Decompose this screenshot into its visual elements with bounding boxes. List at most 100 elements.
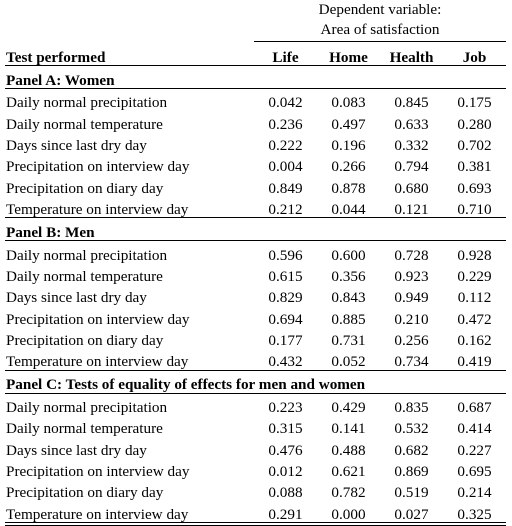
cell-job: 0.710 — [443, 196, 506, 218]
cell-life: 0.222 — [254, 132, 317, 153]
row-label: Daily normal precipitation — [5, 241, 254, 263]
column-header-health: Health — [380, 42, 443, 66]
cell-home: 0.497 — [317, 110, 380, 131]
cell-health: 0.734 — [380, 348, 443, 370]
panel-c-title: Panel C: Tests of equality of effects fo… — [5, 370, 506, 393]
row-label: Daily normal precipitation — [5, 393, 254, 415]
cell-life: 0.694 — [254, 306, 317, 327]
cell-health: 0.923 — [380, 263, 443, 284]
cell-health: 0.835 — [380, 393, 443, 415]
row-label: Days since last dry day — [5, 284, 254, 305]
cell-life: 0.596 — [254, 241, 317, 263]
dependent-variable-line1: Dependent variable: — [254, 0, 506, 20]
table-row: Precipitation on diary day 0.088 0.782 0… — [5, 479, 506, 500]
cell-home: 0.885 — [317, 306, 380, 327]
cell-job: 0.687 — [443, 393, 506, 415]
table-row: Temperature on interview day 0.432 0.052… — [5, 348, 506, 370]
table-row: Days since last dry day 0.829 0.843 0.94… — [5, 284, 506, 305]
dependent-variable-line2: Area of satisfaction — [254, 20, 506, 40]
row-label: Temperature on interview day — [5, 348, 254, 370]
table-row: Precipitation on diary day 0.177 0.731 0… — [5, 327, 506, 348]
table-row: Temperature on interview day 0.212 0.044… — [5, 196, 506, 218]
dependent-variable-header-row: Dependent variable: Area of satisfaction — [5, 0, 506, 42]
cell-life: 0.432 — [254, 348, 317, 370]
row-label: Daily normal temperature — [5, 415, 254, 436]
cell-job: 0.414 — [443, 415, 506, 436]
cell-life: 0.849 — [254, 175, 317, 196]
cell-home: 0.356 — [317, 263, 380, 284]
cell-life: 0.291 — [254, 501, 317, 523]
cell-health: 0.332 — [380, 132, 443, 153]
cell-health: 0.728 — [380, 241, 443, 263]
cell-life: 0.088 — [254, 479, 317, 500]
row-label: Precipitation on interview day — [5, 153, 254, 174]
cell-home: 0.731 — [317, 327, 380, 348]
cell-health: 0.869 — [380, 458, 443, 479]
cell-job: 0.175 — [443, 89, 506, 111]
cell-home: 0.843 — [317, 284, 380, 305]
row-label: Daily normal precipitation — [5, 89, 254, 111]
cell-job: 0.381 — [443, 153, 506, 174]
panel-a-title: Panel A: Women — [5, 66, 506, 89]
cell-health: 0.633 — [380, 110, 443, 131]
cell-job: 0.695 — [443, 458, 506, 479]
panel-header-row: Panel A: Women — [5, 66, 506, 89]
row-label: Daily normal temperature — [5, 110, 254, 131]
cell-life: 0.042 — [254, 89, 317, 111]
spacer-cell — [5, 0, 254, 42]
cell-job: 0.419 — [443, 348, 506, 370]
cell-life: 0.223 — [254, 393, 317, 415]
cell-job: 0.472 — [443, 306, 506, 327]
cell-home: 0.621 — [317, 458, 380, 479]
cell-life: 0.829 — [254, 284, 317, 305]
row-label: Days since last dry day — [5, 436, 254, 457]
cell-job: 0.280 — [443, 110, 506, 131]
results-table-container: Dependent variable: Area of satisfaction… — [0, 0, 512, 524]
row-label: Temperature on interview day — [5, 196, 254, 218]
cell-health: 0.949 — [380, 284, 443, 305]
cell-home: 0.266 — [317, 153, 380, 174]
row-label-header: Test performed — [5, 42, 254, 66]
cell-health: 0.680 — [380, 175, 443, 196]
table-row: Daily normal precipitation 0.223 0.429 0… — [5, 393, 506, 415]
column-header-home: Home — [317, 42, 380, 66]
row-label: Temperature on interview day — [5, 501, 254, 523]
panel-b-title: Panel B: Men — [5, 218, 506, 241]
cell-life: 0.236 — [254, 110, 317, 131]
cell-home: 0.878 — [317, 175, 380, 196]
column-header-job: Job — [443, 42, 506, 66]
cell-health: 0.519 — [380, 479, 443, 500]
dependent-variable-header: Dependent variable: Area of satisfaction — [254, 0, 506, 42]
cell-life: 0.004 — [254, 153, 317, 174]
table-row: Days since last dry day 0.222 0.196 0.33… — [5, 132, 506, 153]
cell-home: 0.429 — [317, 393, 380, 415]
cell-job: 0.229 — [443, 263, 506, 284]
row-label: Precipitation on interview day — [5, 458, 254, 479]
row-label: Days since last dry day — [5, 132, 254, 153]
cell-home: 0.782 — [317, 479, 380, 500]
cell-job: 0.162 — [443, 327, 506, 348]
cell-home: 0.196 — [317, 132, 380, 153]
cell-job: 0.227 — [443, 436, 506, 457]
panel-header-row: Panel C: Tests of equality of effects fo… — [5, 370, 506, 393]
cell-home: 0.141 — [317, 415, 380, 436]
cell-life: 0.476 — [254, 436, 317, 457]
cell-home: 0.000 — [317, 501, 380, 523]
cell-life: 0.212 — [254, 196, 317, 218]
table-row: Daily normal temperature 0.236 0.497 0.6… — [5, 110, 506, 131]
cell-health: 0.532 — [380, 415, 443, 436]
row-label: Precipitation on interview day — [5, 306, 254, 327]
table-row: Daily normal precipitation 0.042 0.083 0… — [5, 89, 506, 111]
column-header-life: Life — [254, 42, 317, 66]
cell-life: 0.012 — [254, 458, 317, 479]
cell-home: 0.083 — [317, 89, 380, 111]
table-row: Daily normal precipitation 0.596 0.600 0… — [5, 241, 506, 263]
row-label: Precipitation on diary day — [5, 479, 254, 500]
table-row: Daily normal temperature 0.615 0.356 0.9… — [5, 263, 506, 284]
cell-home: 0.488 — [317, 436, 380, 457]
row-label: Precipitation on diary day — [5, 175, 254, 196]
table-row: Daily normal temperature 0.315 0.141 0.5… — [5, 415, 506, 436]
table-row: Precipitation on interview day 0.004 0.2… — [5, 153, 506, 174]
table-row: Temperature on interview day 0.291 0.000… — [5, 501, 506, 523]
table-row: Precipitation on interview day 0.694 0.8… — [5, 306, 506, 327]
